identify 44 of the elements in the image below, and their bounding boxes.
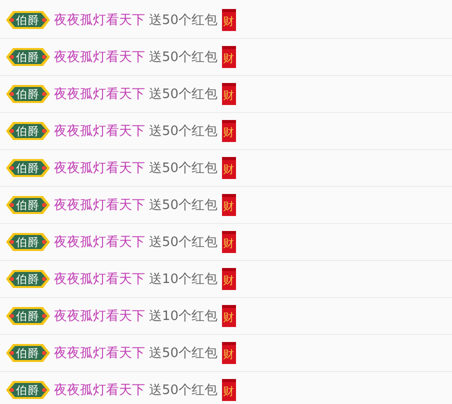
username[interactable]: 夜夜孤灯看天下 bbox=[54, 48, 145, 66]
rank-badge: 伯爵 bbox=[6, 84, 50, 104]
gift-envelope: 财 bbox=[222, 379, 236, 401]
gift-text: 送50个红包 bbox=[149, 234, 218, 251]
gift-envelope: 财 bbox=[222, 305, 236, 327]
rank-badge: 伯爵 bbox=[6, 195, 50, 215]
gift-text: 送50个红包 bbox=[149, 49, 218, 66]
gift-text: 送50个红包 bbox=[149, 12, 218, 29]
gift-text: 送50个红包 bbox=[149, 197, 218, 214]
gift-envelope: 财 bbox=[222, 46, 236, 68]
gift-envelope: 财 bbox=[222, 157, 236, 179]
username[interactable]: 夜夜孤灯看天下 bbox=[54, 270, 145, 288]
gift-text: 送50个红包 bbox=[149, 86, 218, 103]
gift-envelope: 财 bbox=[222, 120, 236, 142]
gift-envelope: 财 bbox=[222, 268, 236, 290]
username[interactable]: 夜夜孤灯看天下 bbox=[54, 122, 145, 140]
rank-badge: 伯爵 bbox=[6, 47, 50, 67]
gift-text: 送50个红包 bbox=[149, 345, 218, 362]
username[interactable]: 夜夜孤灯看天下 bbox=[54, 381, 145, 399]
rank-badge: 伯爵 bbox=[6, 232, 50, 252]
gift-text: 送10个红包 bbox=[149, 308, 218, 325]
gift-text: 送50个红包 bbox=[149, 123, 218, 140]
username[interactable]: 夜夜孤灯看天下 bbox=[54, 307, 145, 325]
rank-badge: 伯爵 bbox=[6, 10, 50, 30]
gift-envelope: 财 bbox=[222, 83, 236, 105]
username[interactable]: 夜夜孤灯看天下 bbox=[54, 85, 145, 103]
username[interactable]: 夜夜孤灯看天下 bbox=[54, 196, 145, 214]
rank-badge: 伯爵 bbox=[6, 306, 50, 326]
gift-envelope: 财 bbox=[222, 342, 236, 364]
username[interactable]: 夜夜孤灯看天下 bbox=[54, 344, 145, 362]
username[interactable]: 夜夜孤灯看天下 bbox=[54, 233, 145, 251]
gift-envelope: 财 bbox=[222, 231, 236, 253]
rank-badge: 伯爵 bbox=[6, 343, 50, 363]
username[interactable]: 夜夜孤灯看天下 bbox=[54, 159, 145, 177]
rank-badge: 伯爵 bbox=[6, 158, 50, 178]
username[interactable]: 夜夜孤灯看天下 bbox=[54, 11, 145, 29]
gift-text: 送50个红包 bbox=[149, 382, 218, 399]
rank-badge: 伯爵 bbox=[6, 269, 50, 289]
rank-badge: 伯爵 bbox=[6, 121, 50, 141]
gift-envelope: 财 bbox=[222, 194, 236, 216]
rank-badge: 伯爵 bbox=[6, 380, 50, 400]
gift-text: 送10个红包 bbox=[149, 271, 218, 288]
gift-text: 送50个红包 bbox=[149, 160, 218, 177]
gift-envelope: 财 bbox=[222, 9, 236, 31]
